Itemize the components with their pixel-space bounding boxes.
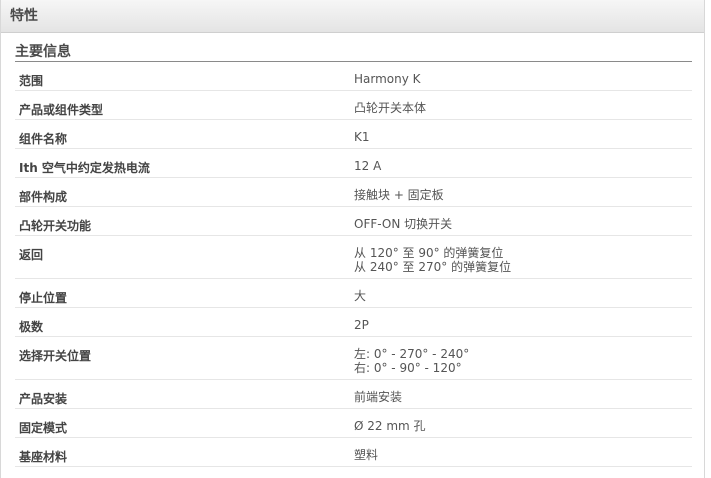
- table-row: 范围 Harmony K: [15, 62, 692, 91]
- row-value-line: Harmony K: [354, 72, 421, 86]
- row-label: 凸轮开关功能: [19, 219, 92, 233]
- table-row: 基座材料 塑料: [15, 438, 692, 467]
- row-value-line: 塑料: [354, 448, 379, 462]
- row-value: 从 120° 至 90° 的弹簧复位从 240° 至 270° 的弹簧复位: [354, 236, 692, 278]
- row-value: 左: 0° - 270° - 240° 右: 0° - 90° - 120°: [354, 337, 692, 379]
- row-value-line: 凸轮开关本体: [354, 101, 427, 115]
- row-value: 前端安装: [354, 380, 692, 408]
- row-value: 塑料: [354, 438, 692, 466]
- row-value-line: 从 120° 至 90° 的弹簧复位: [354, 246, 504, 260]
- table-row: 组件名称 K1: [15, 120, 692, 149]
- row-value: 12 A: [354, 149, 692, 177]
- panel-header: 特性: [1, 0, 704, 33]
- row-value: 凸轮开关本体: [354, 91, 692, 119]
- row-label: 组件名称: [19, 132, 68, 146]
- row-value: K1: [354, 120, 692, 148]
- table-row: 产品安装 前端安装: [15, 380, 692, 409]
- row-value-line: 12 A: [354, 159, 382, 173]
- row-label: 产品或组件类型: [19, 103, 104, 117]
- row-value-line: 前端安装: [354, 390, 403, 404]
- row-value: Harmony K: [354, 62, 692, 90]
- row-label: 基座材料: [19, 450, 68, 464]
- table-row: 停止位置 大: [15, 279, 692, 308]
- row-value: 大: [354, 279, 692, 307]
- row-value-line: 大: [354, 289, 367, 303]
- row-value-line: 左: 0° - 270° - 240°: [354, 347, 470, 361]
- row-label: 产品安装: [19, 392, 68, 406]
- table-row: 返回 从 120° 至 90° 的弹簧复位从 240° 至 270° 的弹簧复位: [15, 236, 692, 279]
- table-row: Ith 空气中约定发热电流 12 A: [15, 149, 692, 178]
- row-value-line: 2P: [354, 318, 369, 332]
- table-row: 固定模式 Ø 22 mm 孔: [15, 409, 692, 438]
- table-row: 部件构成 接触块 + 固定板: [15, 178, 692, 207]
- section-title: 主要信息: [15, 43, 692, 62]
- row-value-line: 接触块 + 固定板: [354, 188, 444, 202]
- row-label: 返回: [19, 248, 44, 262]
- row-value: 接触块 + 固定板: [354, 178, 692, 206]
- row-label: 范围: [19, 74, 44, 88]
- row-value-line: Ø 22 mm 孔: [354, 419, 426, 433]
- row-value-line: 右: 0° - 90° - 120°: [354, 361, 462, 375]
- row-label: 部件构成: [19, 190, 68, 204]
- table-row: 产品或组件类型 凸轮开关本体: [15, 91, 692, 120]
- row-label: 极数: [19, 320, 44, 334]
- row-value-line: K1: [354, 130, 370, 144]
- row-value-line: 从 240° 至 270° 的弹簧复位: [354, 260, 512, 274]
- table-row: 极数 2P: [15, 308, 692, 337]
- row-value: 2P: [354, 308, 692, 336]
- row-label: 停止位置: [19, 291, 68, 305]
- row-label: Ith 空气中约定发热电流: [19, 161, 150, 175]
- row-value-line: OFF-ON 切换开关: [354, 217, 453, 231]
- row-value: Ø 22 mm 孔: [354, 409, 692, 437]
- characteristics-panel: 特性 主要信息 范围 Harmony K 产品或组件类型 凸轮开关本体组件名称 K1 It…: [0, 0, 705, 478]
- table-row: 凸轮开关功能 OFF-ON 切换开关: [15, 207, 692, 236]
- row-label: 固定模式: [19, 421, 68, 435]
- row-label: 选择开关位置: [19, 349, 92, 363]
- spec-table: 范围 Harmony K 产品或组件类型 凸轮开关本体组件名称 K1 Ith 空气中约定发…: [15, 62, 692, 467]
- row-value: OFF-ON 切换开关: [354, 207, 692, 235]
- table-row: 选择开关位置 左: 0° - 270° - 240° 右: 0° - 90° - 1…: [15, 337, 692, 380]
